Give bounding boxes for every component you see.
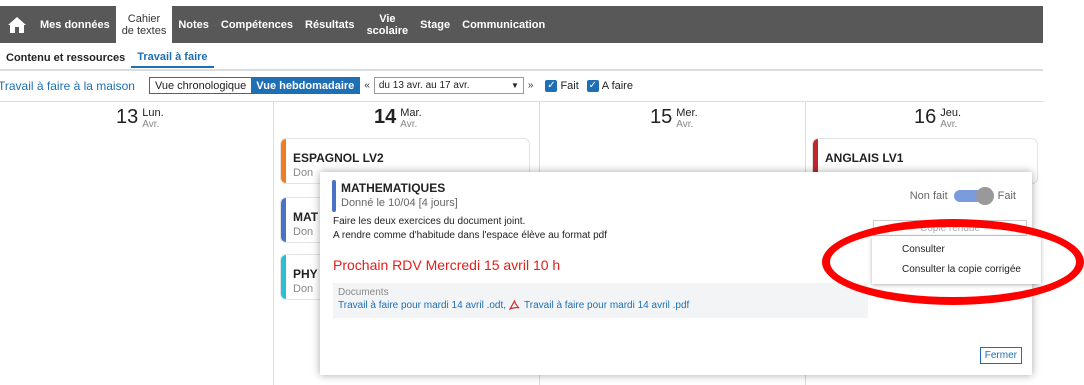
nav-label-line2: scolaire <box>366 24 409 37</box>
day-header: 16 Jeu. Avr. <box>914 106 961 130</box>
home-icon <box>8 16 26 33</box>
filter-fait[interactable]: ✓ Fait <box>545 79 579 92</box>
screen: Mes données Cahier de textes Notes Compét… <box>0 0 1084 385</box>
toggle-fait-label: Fait <box>997 190 1016 202</box>
day-month: Avr. <box>940 119 958 130</box>
nav-stage[interactable]: Stage <box>414 6 456 43</box>
view-switch: Vue chronologique Vue hebdomadaire <box>148 77 361 94</box>
checkbox-checked-icon: ✓ <box>586 79 599 92</box>
card-subject: PHY <box>293 267 318 281</box>
day-name: Mar. <box>400 107 422 119</box>
toolbar: Travail à faire à la maison Vue chronolo… <box>0 76 633 95</box>
day-header: 14 Mar. Avr. <box>374 106 422 130</box>
tab-contenu-ressources[interactable]: Contenu et ressources <box>0 48 131 68</box>
nav-communication[interactable]: Communication <box>456 6 551 43</box>
popup-instruction: Faire les deux exercices du document joi… <box>333 216 526 227</box>
filter-a-faire-label: A faire <box>601 79 633 92</box>
pdf-icon <box>509 300 520 311</box>
nav-label-line1: Cahier <box>127 12 161 25</box>
day-label: Mer. Avr. <box>676 107 698 131</box>
card-given: Don <box>293 226 314 238</box>
documents-label: Documents <box>338 287 389 298</box>
card-subject: ESPAGNOL LV2 <box>293 151 384 165</box>
next-week-icon[interactable]: » <box>528 80 534 91</box>
document-link-odt[interactable]: Travail à faire pour mardi 14 avril .odt… <box>338 300 506 311</box>
view-chrono-button[interactable]: Vue chronologique <box>150 78 251 93</box>
filter-fait-label: Fait <box>560 79 579 92</box>
date-range-select[interactable]: du 13 avr. au 17 avr. ▼ <box>373 77 524 94</box>
day-column: 13 Lun. Avr. <box>8 102 274 385</box>
nav-competences[interactable]: Compétences <box>215 6 299 43</box>
filter-a-faire[interactable]: ✓ A faire <box>586 79 633 92</box>
checkbox-checked-icon: ✓ <box>545 79 558 92</box>
day-month: Avr. <box>676 119 694 130</box>
card-subject: ANGLAIS LV1 <box>825 151 904 165</box>
day-label: Jeu. Avr. <box>940 107 962 131</box>
date-range-value: du 13 avr. au 17 avr. <box>378 80 470 91</box>
day-month: Avr. <box>400 119 418 130</box>
nav-resultats[interactable]: Résultats <box>299 6 361 43</box>
card-given: Don <box>293 283 314 295</box>
document-link-pdf[interactable]: Travail à faire pour mardi 14 avril .pdf <box>524 300 689 311</box>
documents-box: Documents Travail à faire pour mardi 14 … <box>333 283 868 318</box>
tab-travail-a-faire[interactable]: Travail à faire <box>131 48 214 68</box>
nav-vie-scolaire[interactable]: Vie scolaire <box>361 6 415 43</box>
day-number: 16 <box>914 106 937 128</box>
day-header: 13 Lun. Avr. <box>116 106 164 130</box>
day-number: 14 <box>374 106 397 128</box>
day-name: Lun. <box>142 107 164 119</box>
day-name: Jeu. <box>940 107 962 119</box>
day-month: Avr. <box>142 119 160 130</box>
documents-links: Travail à faire pour mardi 14 avril .odt… <box>338 300 689 311</box>
done-toggle[interactable]: Non fait Fait <box>909 187 1016 205</box>
popup-subject: MATHEMATIQUES <box>341 181 446 195</box>
toggle-non-fait-label: Non fait <box>909 190 948 202</box>
nav-label-line1: Vie <box>379 12 396 25</box>
day-number: 15 <box>650 106 673 128</box>
toggle-knob <box>975 187 994 205</box>
page-title: Travail à faire à la maison <box>0 78 135 93</box>
toggle-switch[interactable] <box>953 187 994 205</box>
day-name: Mer. <box>676 107 698 119</box>
day-label: Lun. Avr. <box>142 107 164 131</box>
divider <box>0 69 1043 71</box>
prev-week-icon[interactable]: « <box>364 80 370 91</box>
home-button[interactable] <box>0 6 34 43</box>
card-given: Don <box>293 167 314 179</box>
sub-tabs: Contenu et ressources Travail à faire <box>0 48 214 68</box>
top-nav: Mes données Cahier de textes Notes Compét… <box>0 6 1043 43</box>
nav-cahier-de-textes[interactable]: Cahier de textes <box>115 6 173 43</box>
subject-color-bar <box>281 139 286 183</box>
red-annotation-circle <box>822 219 1084 305</box>
day-number: 13 <box>116 106 139 128</box>
close-button[interactable]: Fermer <box>979 347 1022 364</box>
subject-color-bar <box>281 255 286 299</box>
nav-notes[interactable]: Notes <box>172 6 215 43</box>
popup-given-date: Donné le 10/04 [4 jours] <box>341 197 458 209</box>
day-header: 15 Mer. Avr. <box>650 106 698 130</box>
popup-rdv: Prochain RDV Mercredi 15 avril 10 h <box>333 257 561 273</box>
subject-color-bar <box>332 180 336 212</box>
nav-label-line2: de textes <box>121 24 167 37</box>
chevron-down-icon: ▼ <box>510 81 519 90</box>
view-weekly-button[interactable]: Vue hebdomadaire <box>251 78 360 93</box>
nav-mes-donnees[interactable]: Mes données <box>34 6 116 43</box>
subject-color-bar <box>281 198 286 242</box>
popup-instruction: A rendre comme d'habitude dans l'espace … <box>333 230 607 241</box>
card-subject: MAT <box>293 210 319 224</box>
day-label: Mar. Avr. <box>400 107 422 131</box>
